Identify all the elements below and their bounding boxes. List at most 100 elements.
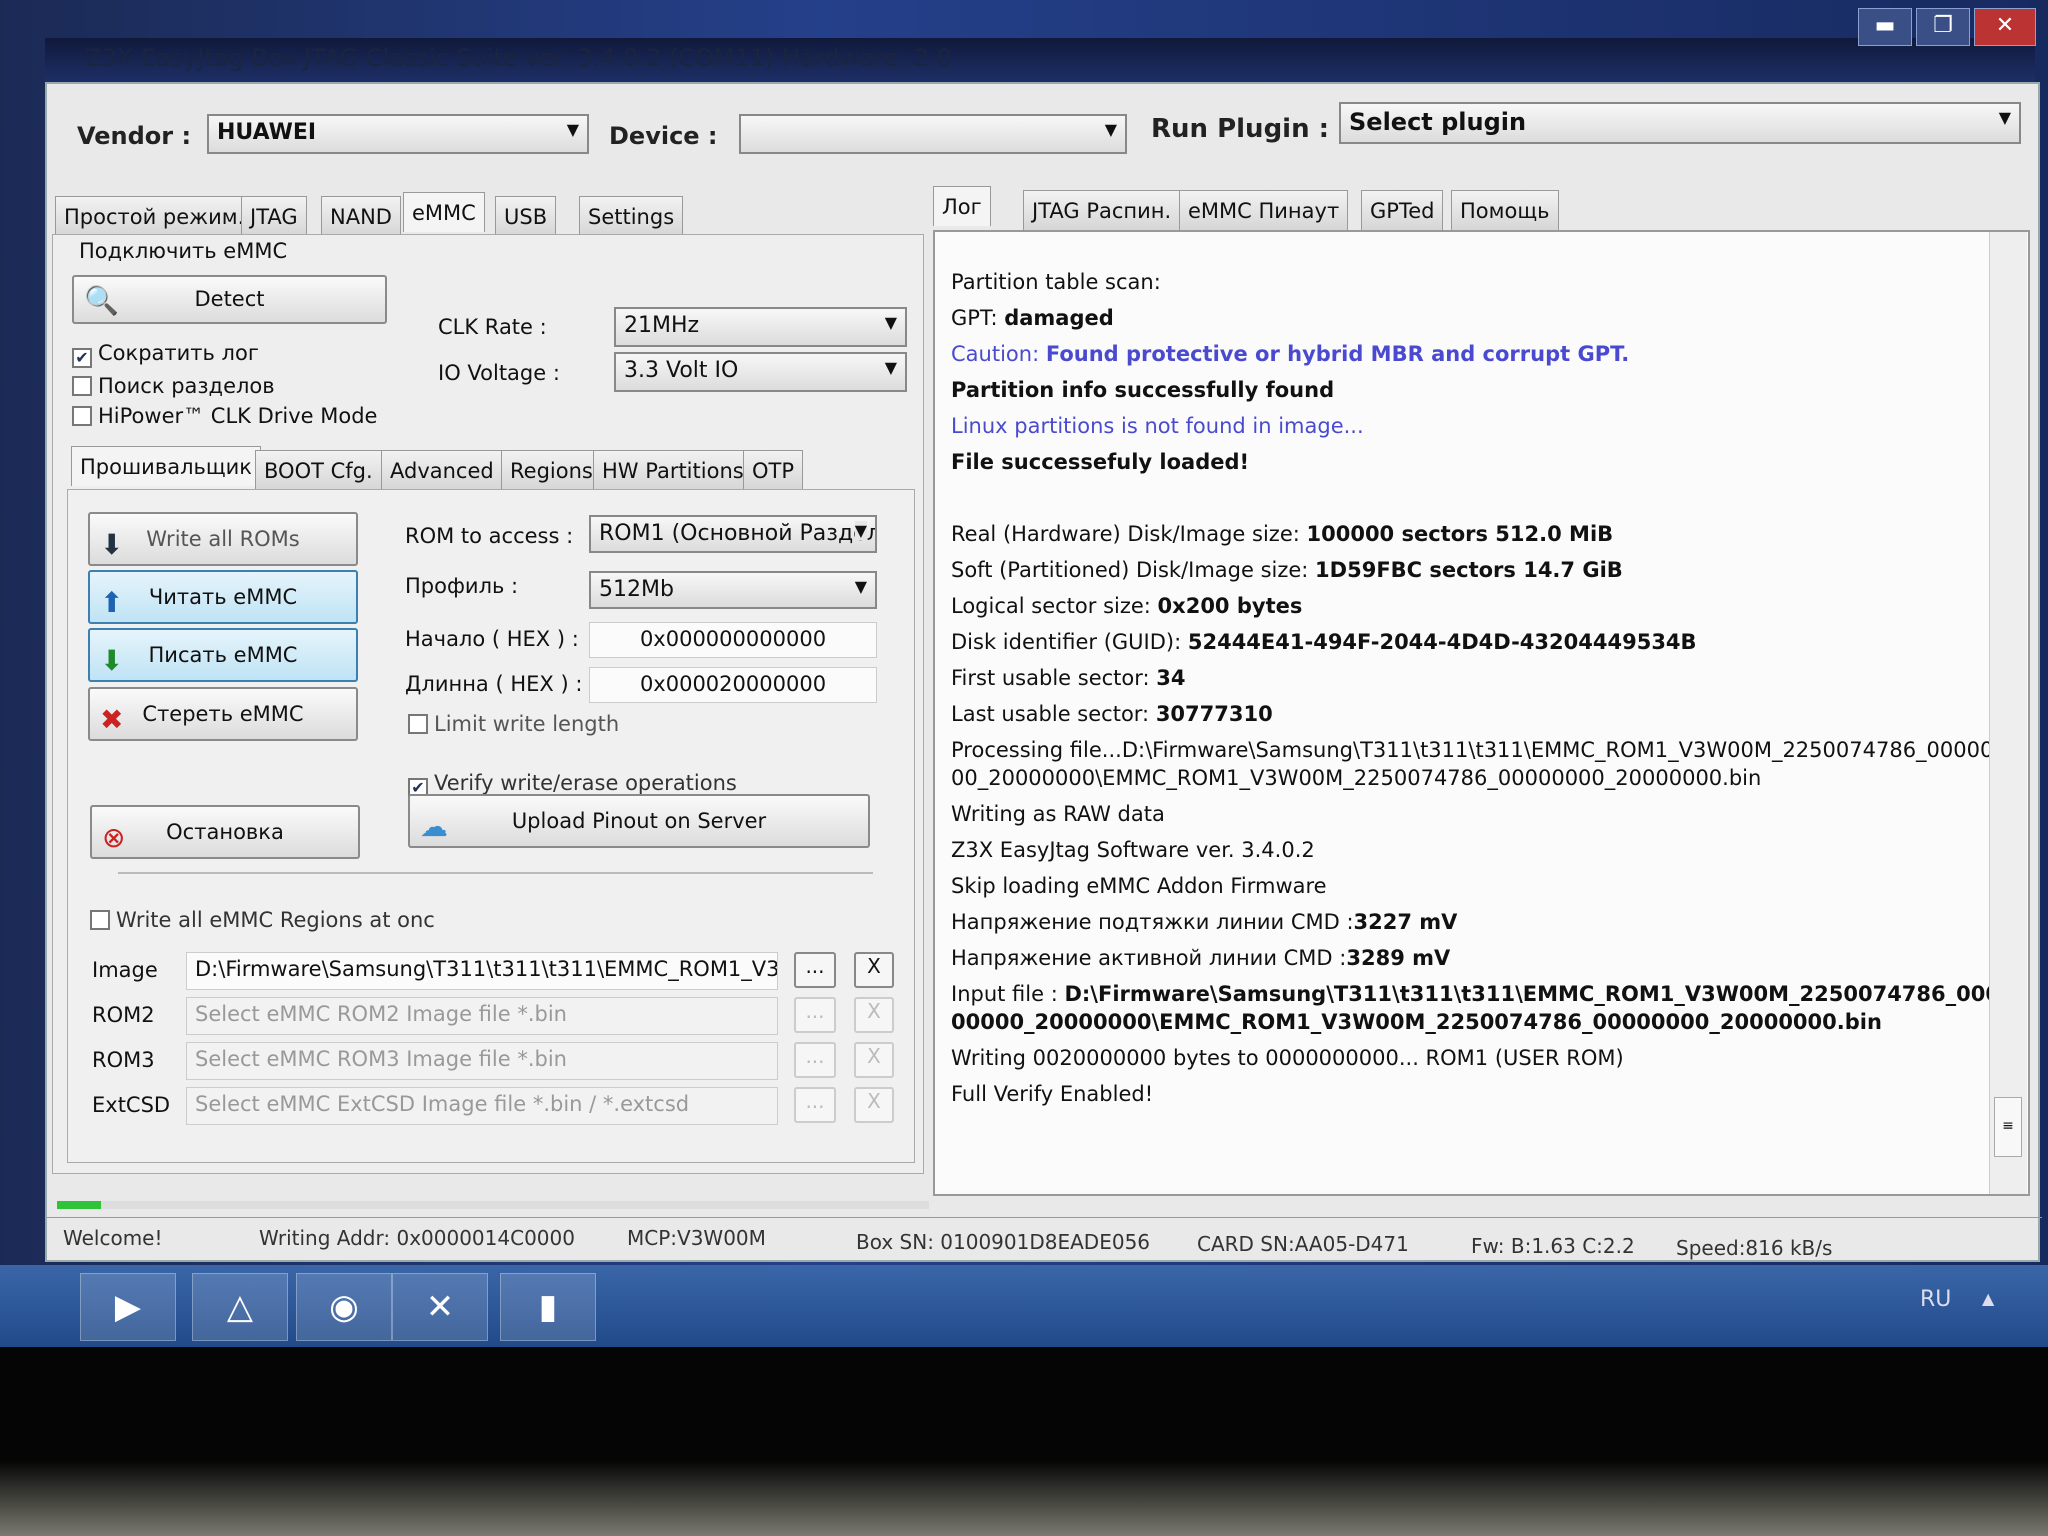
status-card-sn: CARD SN:AA05-D471 <box>1197 1232 1409 1256</box>
tab-left_tabs-0[interactable]: Простой режим. <box>55 196 254 236</box>
tab-left_tabs-2[interactable]: NAND <box>321 196 401 236</box>
log-text: Soft (Partitioned) Disk/Image size: <box>951 558 1316 582</box>
log-text: Input file : <box>951 982 1065 1006</box>
write-emmc-button[interactable]: ⬇ Писать eMMC <box>88 628 358 682</box>
taskbar-avast-icon[interactable]: △ <box>192 1273 288 1341</box>
clear-button[interactable]: X <box>854 1042 894 1078</box>
tab-left_tabs-3[interactable]: eMMC <box>403 192 485 232</box>
tab-sub_tabs-5[interactable]: OTP <box>743 450 804 490</box>
log-text: Logical sector size: <box>951 594 1158 618</box>
tab-right_tabs-1[interactable]: JTAG Распин. <box>1023 190 1181 230</box>
clear-button[interactable]: X <box>854 952 894 988</box>
profile-select[interactable]: 512Mb ▼ <box>589 571 877 609</box>
vendor-select[interactable]: HUAWEI ▼ <box>207 114 589 154</box>
device-select[interactable]: ▼ <box>739 114 1127 154</box>
log-text: Skip loading eMMC Addon Firmware <box>951 874 1327 898</box>
tab-left_tabs-4[interactable]: USB <box>495 196 557 236</box>
taskbar-tools-icon[interactable]: ✕ <box>392 1273 488 1341</box>
log-line: Disk identifier (GUID): 52444E41-494F-20… <box>951 624 2012 660</box>
write-all-regions-checkbox[interactable]: Write all eMMC Regions at onc <box>90 908 435 932</box>
log-text: Partition info successfully found <box>951 378 1335 402</box>
erase-emmc-button[interactable]: ✖ Стереть eMMC <box>88 687 358 741</box>
file-row-label: ExtCSD <box>92 1093 171 1117</box>
file-path-input[interactable]: Select eMMC ExtCSD Image file *.bin / *.… <box>186 1087 778 1125</box>
progress-fill <box>57 1201 101 1209</box>
write-all-roms-button[interactable]: ⬇ Write all ROMs <box>88 512 358 566</box>
tray-expand-icon[interactable]: ▲ <box>1982 1289 1994 1308</box>
log-text: 34 <box>1156 666 1186 690</box>
status-writing-addr: Writing Addr: 0x0000014C0000 <box>259 1226 575 1250</box>
connect-option-checkbox[interactable]: ✔ Сократить лог <box>72 341 377 368</box>
log-view[interactable]: Partition table scan: GPT: damaged Cautio… <box>933 230 2030 1196</box>
upload-icon: ⬆ <box>100 586 124 619</box>
browse-button[interactable]: ... <box>794 1087 836 1123</box>
tab-left_tabs-1[interactable]: JTAG <box>241 196 307 236</box>
checkbox-box <box>72 376 92 396</box>
taskbar-chrome-icon[interactable]: ◉ <box>296 1273 392 1341</box>
clk-rate-label: CLK Rate : <box>438 315 547 339</box>
length-input[interactable]: 0x000020000000 <box>589 667 877 703</box>
log-text: Partition table scan: <box>951 270 1161 294</box>
log-line: Full Verify Enabled! <box>951 1076 2012 1112</box>
browse-button[interactable]: ... <box>794 1042 836 1078</box>
log-text: 3289 mV <box>1346 946 1451 970</box>
tab-left_tabs-5[interactable]: Settings <box>579 196 684 236</box>
close-button[interactable]: ✕ <box>1974 8 2036 46</box>
browse-button[interactable]: ... <box>794 952 836 988</box>
maximize-button[interactable]: ❐ <box>1916 8 1970 46</box>
connect-option-label: HiPower™ CLK Drive Mode <box>98 404 378 428</box>
tab-sub_tabs-0[interactable]: Прошивальщик <box>71 446 261 486</box>
stop-icon: ⊗ <box>102 821 126 854</box>
log-text: Caution: <box>951 342 1046 366</box>
log-text: Real (Hardware) Disk/Image size: <box>951 522 1307 546</box>
log-text: 30777310 <box>1155 702 1273 726</box>
tab-sub_tabs-4[interactable]: HW Partitions <box>593 450 753 490</box>
connect-option-checkbox[interactable]: Поиск разделов <box>72 374 377 398</box>
connect-option-checkbox[interactable]: HiPower™ CLK Drive Mode <box>72 404 377 428</box>
left-tabs: Простой режим. JTAG NAND eMMC USB Settings <box>55 192 935 236</box>
taskbar-player-icon[interactable]: ▶ <box>80 1273 176 1341</box>
log-line: Напряжение подтяжки линии CMD :3227 mV <box>951 904 2012 940</box>
log-line: First usable sector: 34 <box>951 660 2012 696</box>
start-input[interactable]: 0x000000000000 <box>589 622 877 658</box>
tab-sub_tabs-1[interactable]: BOOT Cfg. <box>255 450 382 490</box>
download-icon: ⬇ <box>100 644 124 677</box>
scrollbar-thumb[interactable]: ≡ <box>1994 1097 2022 1157</box>
stop-button[interactable]: ⊗ Остановка <box>90 805 360 859</box>
write-all-regions-label: Write all eMMC Regions at onc <box>116 908 435 932</box>
clear-button[interactable]: X <box>854 997 894 1033</box>
tab-right_tabs-3[interactable]: GPTed <box>1361 190 1444 230</box>
browse-button[interactable]: ... <box>794 997 836 1033</box>
profile-value: 512Mb <box>599 577 674 602</box>
minimize-button[interactable]: ▬ <box>1858 8 1912 46</box>
language-indicator[interactable]: RU <box>1920 1287 1951 1312</box>
file-path-input[interactable]: D:\Firmware\Samsung\T311\t311\t311\EMMC_… <box>186 952 778 990</box>
log-scrollbar[interactable]: ≡ <box>1989 232 2027 1194</box>
clk-rate-select[interactable]: 21MHz ▼ <box>614 307 907 347</box>
upload-pinout-button[interactable]: ☁ Upload Pinout on Server <box>408 794 870 848</box>
profile-label: Профиль : <box>405 574 519 598</box>
tab-right_tabs-0[interactable]: Лог <box>933 186 991 226</box>
vendor-label: Vendor : <box>77 122 192 150</box>
connect-option-label: Поиск разделов <box>98 374 275 398</box>
file-path-input[interactable]: Select eMMC ROM3 Image file *.bin <box>186 1042 778 1080</box>
tab-right_tabs-2[interactable]: eMMC Пинаут <box>1179 190 1349 230</box>
clk-rate-value: 21MHz <box>624 313 700 338</box>
rom-access-select[interactable]: ROM1 (Основной Раздел ▼ <box>589 515 877 553</box>
log-text: GPT: <box>951 306 1005 330</box>
tab-sub_tabs-3[interactable]: Regions <box>501 450 602 490</box>
plugin-value: Select plugin <box>1349 108 1527 136</box>
log-text: 0x200 bytes <box>1157 594 1303 618</box>
log-text: 52444E41-494F-2044-4D4D-43204449534B <box>1187 630 1697 654</box>
limit-write-length-checkbox[interactable]: Limit write length <box>408 712 619 736</box>
io-voltage-select[interactable]: 3.3 Volt IO ▼ <box>614 352 907 392</box>
taskbar-z3x-icon[interactable]: ▮ <box>500 1273 596 1341</box>
tab-sub_tabs-2[interactable]: Advanced <box>381 450 503 490</box>
file-path-input[interactable]: Select eMMC ROM2 Image file *.bin <box>186 997 778 1035</box>
log-text: 3227 mV <box>1353 910 1458 934</box>
detect-button[interactable]: 🔍 Detect <box>72 275 387 324</box>
plugin-select[interactable]: Select plugin ▼ <box>1339 102 2021 144</box>
clear-button[interactable]: X <box>854 1087 894 1123</box>
tab-right_tabs-4[interactable]: Помощь <box>1451 190 1559 230</box>
read-emmc-button[interactable]: ⬆ Читать eMMC <box>88 570 358 624</box>
